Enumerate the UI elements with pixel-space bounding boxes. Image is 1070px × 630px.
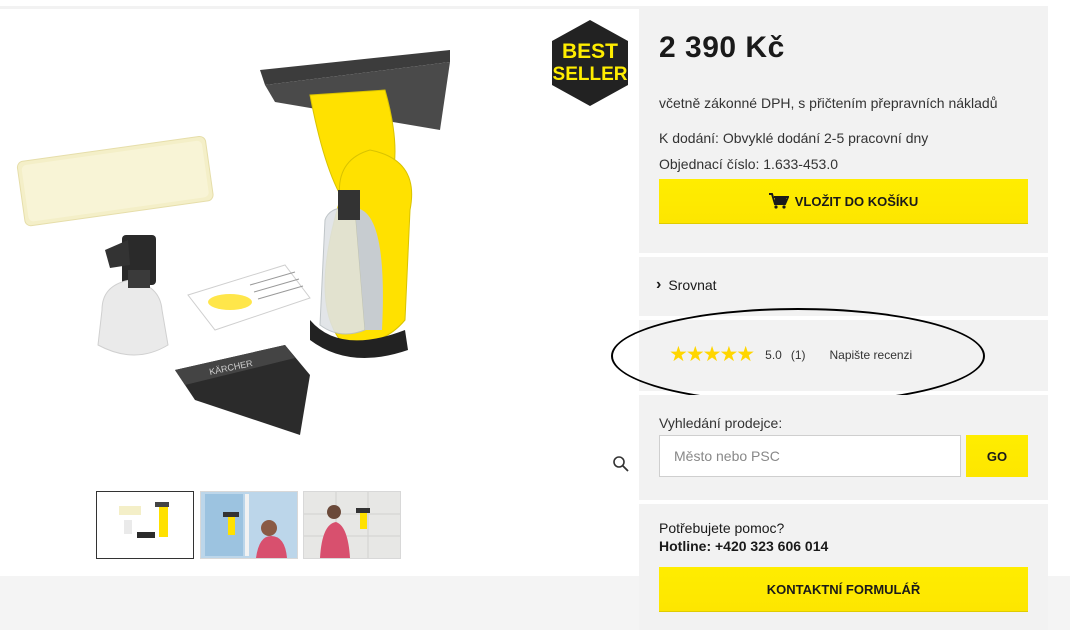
thumbnail-product-set-image [119,502,169,538]
go-button[interactable]: GO [966,435,1028,477]
dealer-search-label: Vyhledání prodejce: [659,415,783,431]
cart-icon [768,193,789,209]
rating-panel: ★★★★★ 5.0 (1) Napište recenzi [639,320,1048,391]
thumbnail-window-cleaning[interactable] [200,491,298,559]
replacement-blade: KÄRCHER [175,345,310,435]
spray-bottle [97,235,169,356]
dealer-search-input[interactable] [659,435,961,477]
thumbnail-tile-cleaning-image [304,492,400,558]
thumbnail-product-set[interactable] [96,491,194,559]
chevron-right-icon: › [656,276,662,293]
compare-link[interactable]: › Srovnat [656,276,717,294]
rating-summary: ★★★★★ 5.0 (1) Napište recenzi [669,344,912,365]
microfiber-pad [16,135,214,227]
price-panel: 2 390 Kč včetně zákonné DPH, s přičtením… [639,9,1048,253]
product-image[interactable]: KÄRCHER [10,40,480,480]
badge-text-2: SELLER [553,64,628,85]
star-rating-icon[interactable]: ★★★★★ [669,344,755,365]
review-count[interactable]: (1) [791,348,806,362]
badge-text-1: BEST [562,40,618,63]
vat-note: včetně zákonné DPH, s přičtením přepravn… [659,95,998,111]
thumbnail-window-cleaning-image [201,492,297,558]
best-seller-badge: BEST SELLER [552,20,628,106]
thumbnail-tile-cleaning[interactable] [303,491,401,559]
help-panel: Potřebujete pomoc? Hotline: +420 323 606… [639,504,1048,630]
contact-form-button[interactable]: KONTAKTNÍ FORMULÁŘ [659,567,1028,611]
add-to-cart-button[interactable]: VLOŽIT DO KOŠÍKU [659,179,1028,223]
help-question: Potřebujete pomoc? [659,520,785,536]
window-vacuum [260,50,450,358]
rating-value: 5.0 [765,347,782,362]
manual-leaflet [187,264,311,331]
hotline: Hotline: +420 323 606 014 [659,538,829,554]
compare-panel: › Srovnat [639,257,1048,316]
delivery-info: K dodání: Obvyklé dodání 2-5 pracovní dn… [659,130,929,146]
order-number: Objednací číslo: 1.633-453.0 [659,156,839,172]
zoom-icon[interactable] [612,455,630,473]
product-price: 2 390 Kč [659,31,785,64]
dealer-search-panel: Vyhledání prodejce: GO [639,395,1048,500]
compare-label: Srovnat [668,277,717,293]
add-to-cart-label: VLOŽIT DO KOŠÍKU [794,193,919,209]
write-review-link[interactable]: Napište recenzi [830,348,913,362]
